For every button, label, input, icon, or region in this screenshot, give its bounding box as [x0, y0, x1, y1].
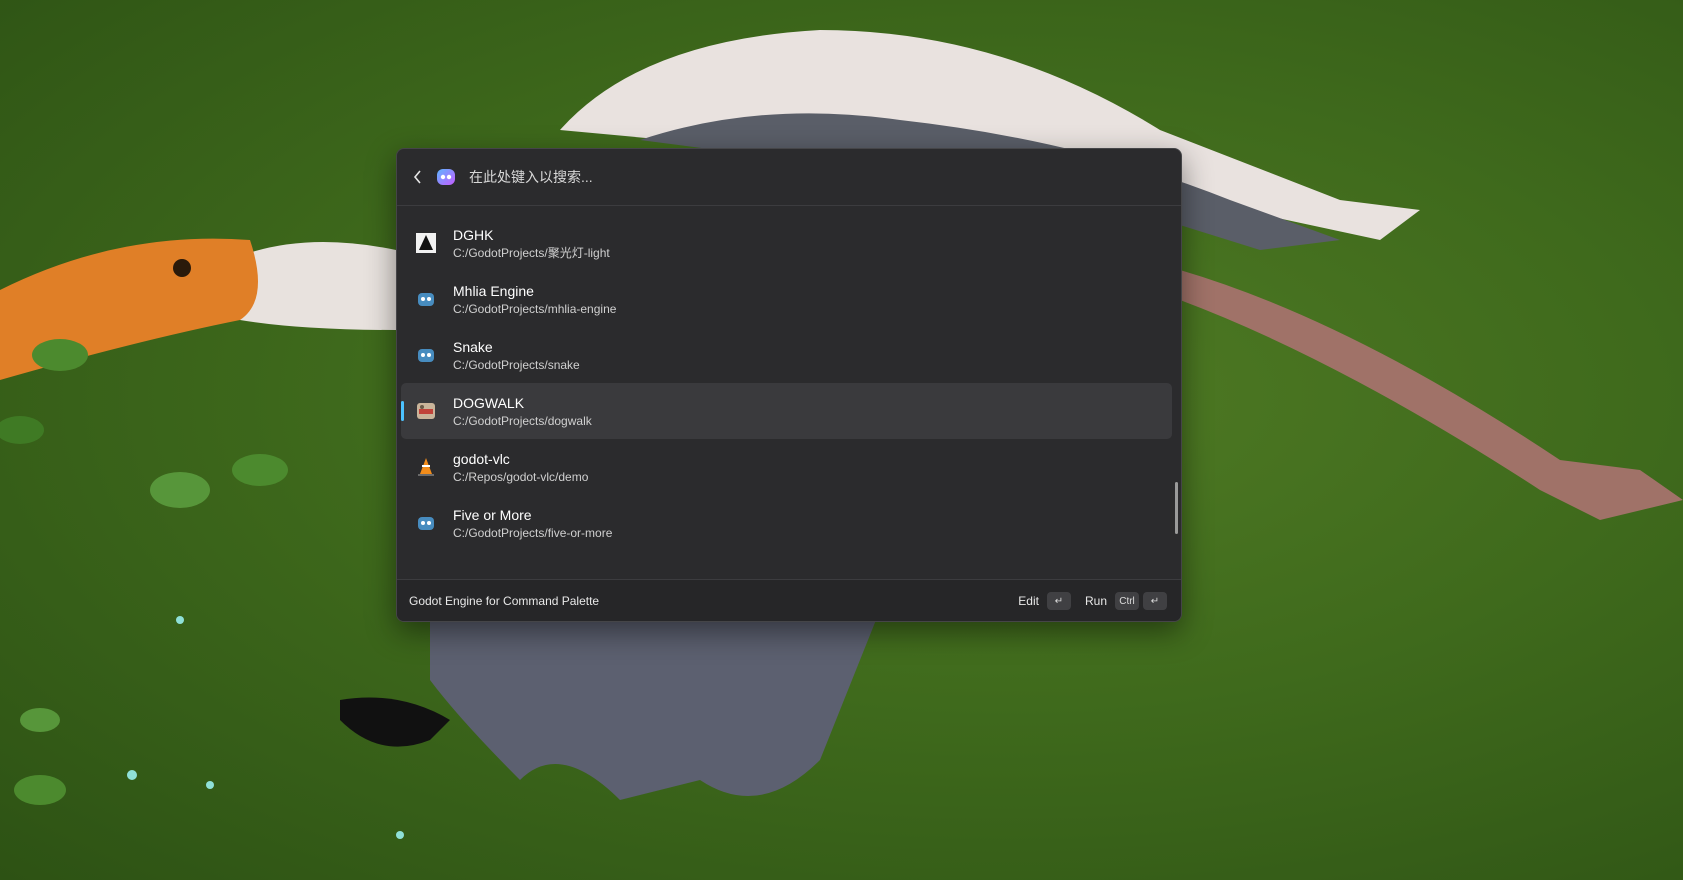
- item-path: C:/GodotProjects/mhlia-engine: [453, 301, 617, 316]
- godot-icon: [418, 517, 434, 530]
- enter-key-icon: ↵: [1143, 592, 1167, 610]
- item-title: Five or More: [453, 506, 532, 523]
- results-list: DGHK C:/GodotProjects/聚光灯-light Mhlia En…: [397, 206, 1181, 576]
- list-item-mhlia-engine[interactable]: Mhlia Engine C:/GodotProjects/mhlia-engi…: [401, 271, 1172, 327]
- dogwalk-icon: [417, 403, 435, 419]
- search-bar: [397, 149, 1181, 206]
- list-item-dogwalk[interactable]: DOGWALK C:/GodotProjects/dogwalk: [401, 383, 1172, 439]
- command-palette-window: DGHK C:/GodotProjects/聚光灯-light Mhlia En…: [396, 148, 1182, 622]
- item-title: Mhlia Engine: [453, 282, 534, 299]
- selection-indicator: [401, 457, 404, 477]
- list-item-snake[interactable]: Snake C:/GodotProjects/snake: [401, 327, 1172, 383]
- run-label: Run: [1084, 594, 1107, 608]
- extension-name: Godot Engine for Command Palette: [409, 594, 600, 608]
- item-path: C:/Repos/godot-vlc/demo: [453, 469, 589, 484]
- dghk-icon: [416, 233, 436, 253]
- edit-label: Edit: [1018, 594, 1039, 608]
- chevron-left-icon: [413, 170, 421, 184]
- selection-indicator: [401, 345, 404, 365]
- godot-icon: [418, 293, 434, 306]
- scrollbar-thumb[interactable]: [1175, 482, 1178, 534]
- godot-extension-icon: [437, 169, 455, 185]
- selection-indicator: [401, 401, 404, 421]
- godot-icon: [418, 349, 434, 362]
- vlc-cone-icon: [418, 458, 434, 476]
- item-path: C:/GodotProjects/snake: [453, 357, 580, 372]
- selection-indicator: [401, 513, 404, 533]
- ctrl-key: Ctrl: [1115, 592, 1139, 610]
- selection-indicator: [401, 289, 404, 309]
- item-title: DOGWALK: [453, 394, 525, 411]
- footer-bar: Godot Engine for Command Palette Edit ↵ …: [397, 579, 1181, 621]
- enter-key-icon: ↵: [1046, 592, 1071, 610]
- list-item-dghk[interactable]: DGHK C:/GodotProjects/聚光灯-light: [401, 215, 1172, 271]
- item-title: godot-vlc: [453, 450, 510, 467]
- back-button[interactable]: [407, 166, 429, 188]
- list-item-godot-vlc[interactable]: godot-vlc C:/Repos/godot-vlc/demo: [401, 439, 1172, 495]
- edit-action-button[interactable]: Edit ↵: [1018, 592, 1071, 610]
- item-title: Snake: [453, 338, 493, 355]
- run-action-button[interactable]: Run Ctrl ↵: [1085, 592, 1167, 610]
- list-item-five-or-more[interactable]: Five or More C:/GodotProjects/five-or-mo…: [401, 495, 1172, 551]
- search-input[interactable]: [467, 161, 1181, 193]
- item-title: DGHK: [453, 226, 494, 243]
- item-path: C:/GodotProjects/five-or-more: [453, 525, 613, 540]
- item-path: C:/GodotProjects/dogwalk: [453, 413, 592, 428]
- selection-indicator: [401, 233, 404, 253]
- item-path: C:/GodotProjects/聚光灯-light: [453, 245, 610, 260]
- partial-list-item: [453, 206, 653, 210]
